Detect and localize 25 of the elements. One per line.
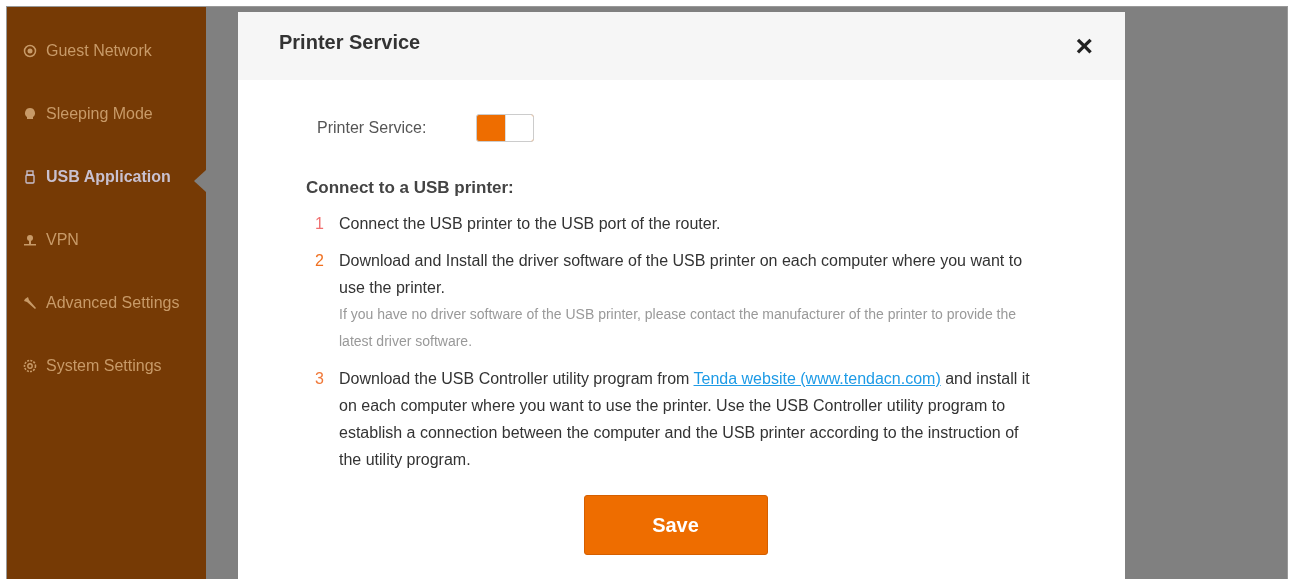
step-text: Connect the USB printer to the USB port of the router. [339, 214, 721, 234]
website-link[interactable]: Tenda website (www.tendacn.com) [693, 370, 941, 387]
gear-icon [23, 358, 37, 373]
step-note: If you have no driver software of the USB printer, please contact the manufacturer of the printer to provide the latest driver software. [339, 305, 1018, 351]
step-text: Download and Install the driver software of the USB printer on each computer where you want to use the printer. [339, 251, 1024, 298]
dialog-title: Printer Service [279, 30, 421, 54]
step-text: Download the USB Controller utility program from Tenda website (www.tendacn.com) and install it on each computer where you want to use the printer. Use the USB Controller utility program to establish a connection between the computer and the USB printer according to the instruction of the utility program. [339, 369, 1031, 470]
step-number: 1 [315, 214, 325, 234]
sidebar-item[interactable]: Guest Network [7, 35, 206, 98]
sidebar-item[interactable]: Sleeping Mode [7, 98, 206, 161]
usb-icon [23, 169, 37, 184]
step-number: 3 [315, 369, 325, 389]
step-number: 2 [315, 251, 325, 271]
save-button[interactable]: Save [583, 495, 768, 555]
sidebar-item[interactable]: VPN [7, 224, 206, 287]
bulb-icon [23, 106, 37, 121]
toggle-label: Printer Service: [317, 119, 427, 137]
close-button[interactable]: × [1071, 31, 1097, 61]
printer-service-toggle[interactable] [476, 114, 535, 142]
sidebar-item[interactable]: USB Application [7, 161, 206, 224]
sidebar-item[interactable]: Advanced Settings [7, 287, 206, 350]
selection-pointer [194, 170, 206, 192]
vpn-icon [23, 232, 37, 247]
section-heading: Connect to a USB printer: [306, 178, 515, 198]
sidebar-item[interactable]: System Settings [7, 350, 206, 413]
